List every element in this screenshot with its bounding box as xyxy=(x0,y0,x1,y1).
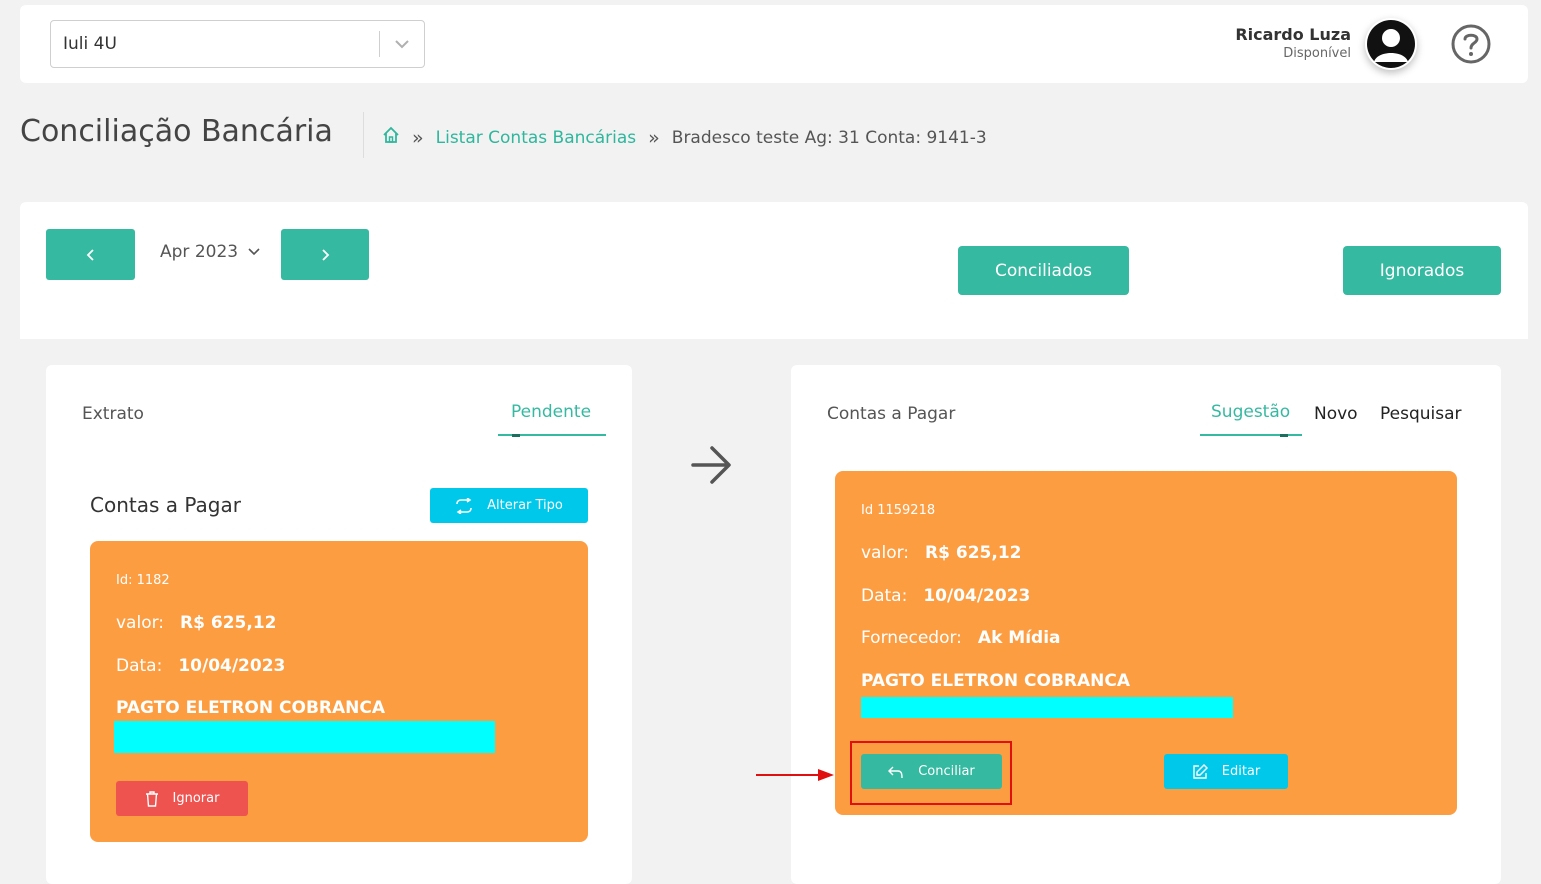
item-data-row: Data: 10/04/2023 xyxy=(116,656,285,676)
swap-icon xyxy=(456,497,472,514)
breadcrumb-current: Bradesco teste Ag: 31 Conta: 9141-3 xyxy=(671,127,987,148)
month-select[interactable]: Apr 2023 xyxy=(160,242,260,262)
tab-pesquisar[interactable]: Pesquisar xyxy=(1380,404,1462,424)
section-title: Contas a Pagar xyxy=(90,493,241,517)
ignorar-button[interactable]: Ignorar xyxy=(116,781,248,816)
month-value: Apr 2023 xyxy=(160,242,239,262)
item-id: Id 1159218 xyxy=(861,503,936,518)
annotation-arrow-icon xyxy=(756,765,836,789)
conciliados-button[interactable]: Conciliados xyxy=(958,246,1129,295)
alterar-tipo-button[interactable]: Alterar Tipo xyxy=(430,488,588,523)
item-id: Id: 1182 xyxy=(116,573,170,588)
page-title: Conciliação Bancária xyxy=(20,114,333,149)
tab-extrato[interactable]: Extrato xyxy=(82,404,144,424)
editar-label: Editar xyxy=(1221,764,1261,779)
user-status: Disponível xyxy=(1283,46,1351,61)
previous-month-button[interactable] xyxy=(46,229,135,280)
item-fornecedor-row: Fornecedor: Ak Mídia xyxy=(861,628,1061,648)
contas-pagar-card: Contas a Pagar Sugestão Novo Pesquisar I… xyxy=(791,365,1501,884)
extrato-item-card: Id: 1182 valor: R$ 625,12 Data: 10/04/20… xyxy=(90,541,588,842)
ignorados-button[interactable]: Ignorados xyxy=(1343,246,1501,295)
item-description: PAGTO ELETRON COBRANCA xyxy=(116,698,386,718)
highlight-bar xyxy=(861,697,1233,718)
breadcrumb-separator-icon: » xyxy=(412,126,424,149)
item-valor-row: valor: R$ 625,12 xyxy=(116,613,276,633)
tab-novo[interactable]: Novo xyxy=(1314,404,1358,424)
controls-panel: Apr 2023 Conciliados Ignorados xyxy=(20,202,1528,339)
valor-value: R$ 625,12 xyxy=(925,543,1022,563)
tab-notch xyxy=(1280,434,1288,437)
item-data-row: Data: 10/04/2023 xyxy=(861,586,1030,606)
extrato-card: Extrato Pendente Contas a Pagar Alterar … xyxy=(46,365,632,884)
breadcrumb-link-contas[interactable]: Listar Contas Bancárias xyxy=(436,128,637,148)
fornecedor-label: Fornecedor: xyxy=(861,628,962,648)
next-month-button[interactable] xyxy=(281,229,369,280)
avatar[interactable] xyxy=(1365,18,1417,70)
editar-button[interactable]: Editar xyxy=(1164,754,1288,789)
top-bar: Iuli 4U Ricardo Luza Disponível xyxy=(20,5,1528,83)
data-value: 10/04/2023 xyxy=(178,656,286,676)
fornecedor-value: Ak Mídia xyxy=(977,628,1061,648)
breadcrumb: » Listar Contas Bancárias » Bradesco tes… xyxy=(382,126,987,149)
user-name: Ricardo Luza xyxy=(1235,25,1351,44)
tab-title: Contas a Pagar xyxy=(827,404,956,424)
valor-value: R$ 625,12 xyxy=(180,613,277,633)
tab-pendente[interactable]: Pendente xyxy=(511,402,591,422)
arrow-right-icon xyxy=(690,443,734,491)
data-label: Data: xyxy=(861,586,908,606)
data-label: Data: xyxy=(116,656,163,676)
ignorar-label: Ignorar xyxy=(172,791,220,806)
user-avatar-icon xyxy=(1367,20,1415,68)
company-select[interactable]: Iuli 4U xyxy=(50,20,425,68)
valor-label: valor: xyxy=(116,613,165,633)
breadcrumb-separator-icon: » xyxy=(648,126,660,149)
company-select-value: Iuli 4U xyxy=(63,34,117,54)
tab-notch xyxy=(512,434,520,437)
highlight-bar xyxy=(114,721,495,753)
valor-label: valor: xyxy=(861,543,910,563)
user-info: Ricardo Luza Disponível xyxy=(1235,25,1351,61)
chevron-down-icon xyxy=(248,248,260,256)
title-divider xyxy=(363,112,364,158)
trash-icon xyxy=(145,790,158,807)
tab-sugestao[interactable]: Sugestão xyxy=(1211,402,1290,422)
chevron-left-icon xyxy=(86,248,94,261)
help-icon[interactable] xyxy=(1450,23,1492,65)
chevron-down-icon[interactable] xyxy=(380,39,424,49)
chevron-right-icon xyxy=(322,248,330,261)
edit-icon xyxy=(1193,763,1208,779)
item-description: PAGTO ELETRON COBRANCA xyxy=(861,671,1131,691)
data-value: 10/04/2023 xyxy=(923,586,1031,606)
item-valor-row: valor: R$ 625,12 xyxy=(861,543,1021,563)
alterar-tipo-label: Alterar Tipo xyxy=(487,498,563,513)
annotation-highlight-box xyxy=(850,741,1012,805)
home-icon[interactable] xyxy=(382,126,400,149)
